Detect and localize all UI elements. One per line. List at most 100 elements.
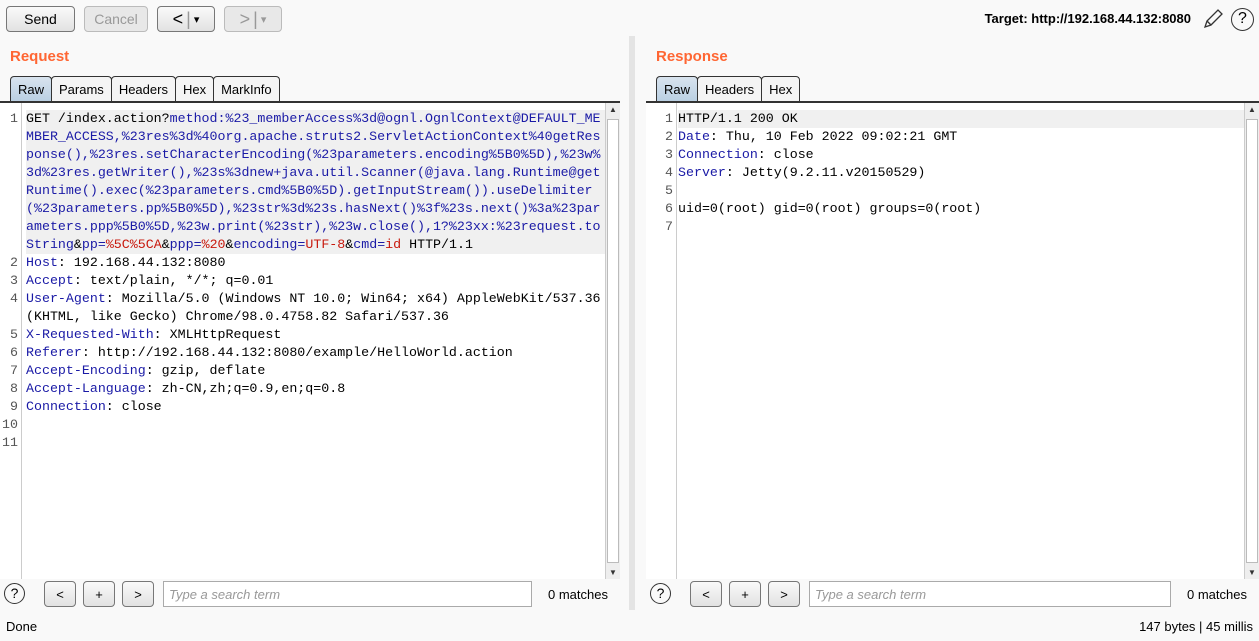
editor-line: 9 Connection: close: [0, 398, 605, 416]
search-add-button[interactable]: +: [729, 581, 761, 607]
vertical-scrollbar[interactable]: ▲ ▼: [1244, 103, 1259, 579]
pane-divider[interactable]: [629, 36, 635, 610]
response-editor[interactable]: 1 HTTP/1.1 200 OK 2 Date: Thu, 10 Feb 2022 …: [646, 101, 1259, 579]
chevron-down-icon: ▾: [193, 13, 200, 26]
line-number: 6: [665, 201, 673, 216]
field-name: User-Agent: [26, 291, 106, 306]
search-input[interactable]: Type a search term: [809, 581, 1171, 607]
editor-line: 5: [646, 182, 1244, 200]
text: : Mozilla/5.0 (Windows NT 10.0; Win64; x…: [26, 291, 601, 324]
text: : zh-CN,zh;q=0.9,en;q=0.8: [145, 381, 346, 396]
vertical-scrollbar[interactable]: ▲ ▼: [605, 103, 620, 579]
editor-line: 11: [0, 434, 605, 452]
request-tabs: Raw Params Headers Hex MarkInfo: [10, 76, 280, 102]
line-number: 9: [10, 399, 18, 414]
text: : gzip, deflate: [145, 363, 266, 378]
editor-line: 4 Server: Jetty(9.2.11.v20150529): [646, 164, 1244, 182]
help-icon[interactable]: ?: [650, 583, 671, 604]
cancel-button[interactable]: Cancel: [84, 6, 148, 32]
scroll-down-icon[interactable]: ▼: [1245, 568, 1259, 577]
line-number: 8: [10, 381, 18, 396]
help-icon[interactable]: ?: [1231, 8, 1254, 31]
tab-headers[interactable]: Headers: [110, 76, 176, 102]
scroll-up-icon[interactable]: ▲: [1245, 105, 1259, 114]
editor-line: 5 X-Requested-With: XMLHttpRequest: [0, 326, 605, 344]
status-text: Done: [6, 619, 38, 634]
editor-line: 8 Accept-Language: zh-CN,zh;q=0.9,en;q=0.…: [0, 380, 605, 398]
text: : text/plain, */*; q=0.01: [73, 273, 274, 288]
tab-params[interactable]: Params: [51, 76, 112, 102]
tab-raw[interactable]: Raw: [10, 76, 53, 102]
field-name: Connection: [26, 399, 106, 414]
editor-line: 7: [646, 218, 1244, 236]
line-number: 2: [665, 129, 673, 144]
text: &: [73, 237, 82, 252]
line-number: 3: [665, 147, 673, 162]
search-prev-button[interactable]: <: [44, 581, 76, 607]
search-placeholder: Type a search term: [815, 587, 927, 602]
request-title: Request: [10, 48, 70, 65]
line-number: 5: [665, 183, 673, 198]
tab-hex[interactable]: Hex: [174, 76, 215, 102]
line-number: 6: [10, 345, 18, 360]
line-number: 3: [10, 273, 18, 288]
line-number: 7: [665, 219, 673, 234]
editor-line: 2 Host: 192.168.44.132:8080: [0, 254, 605, 272]
editor-line: 2 Date: Thu, 10 Feb 2022 09:02:21 GMT: [646, 128, 1244, 146]
field-name: pp=: [81, 237, 106, 252]
search-prev-button[interactable]: <: [690, 581, 722, 607]
text: : 192.168.44.132:8080: [57, 255, 226, 270]
field-value: %20: [201, 237, 226, 252]
field-value: %5C%5CA: [105, 237, 162, 252]
tab-raw[interactable]: Raw: [656, 76, 699, 102]
field-name: Referer: [26, 345, 82, 360]
request-search-bar: ? < + > Type a search term 0 matches: [0, 581, 620, 609]
line-number: 11: [2, 435, 18, 450]
field-name: X-Requested-With: [26, 327, 154, 342]
line-number: 4: [10, 291, 18, 306]
text: : Thu, 10 Feb 2022 09:02:21 GMT: [709, 129, 958, 144]
field-name: Connection: [678, 147, 758, 162]
tab-headers[interactable]: Headers: [697, 76, 763, 102]
editor-line: 7 Accept-Encoding: gzip, deflate: [0, 362, 605, 380]
request-editor[interactable]: 1 GET /index.action?method:%23_memberAcce…: [0, 101, 620, 579]
pencil-icon[interactable]: [1202, 8, 1224, 30]
field-name: Accept-Encoding: [26, 363, 146, 378]
line-number: 2: [10, 255, 18, 270]
send-button[interactable]: Send: [6, 6, 75, 32]
search-next-button[interactable]: >: [122, 581, 154, 607]
field-value: id: [385, 237, 402, 252]
response-search-bar: ? < + > Type a search term 0 matches: [646, 581, 1259, 609]
field-name: Accept-Language: [26, 381, 146, 396]
field-name: ppp=: [169, 237, 202, 252]
search-add-button[interactable]: +: [83, 581, 115, 607]
line-number: 7: [10, 363, 18, 378]
scroll-down-icon[interactable]: ▼: [606, 568, 620, 577]
editor-line: 3 Accept: text/plain, */*; q=0.01: [0, 272, 605, 290]
scroll-thumb[interactable]: [607, 119, 619, 563]
search-input[interactable]: Type a search term: [163, 581, 532, 607]
scroll-thumb[interactable]: [1246, 119, 1258, 563]
search-placeholder: Type a search term: [169, 587, 281, 602]
text: uid=0(root) gid=0(root) groups=0(root): [678, 201, 982, 216]
forward-icon: >: [239, 8, 251, 29]
field-value: UTF-8: [305, 237, 346, 252]
line-number: 5: [10, 327, 18, 342]
response-title: Response: [656, 48, 728, 65]
line-number: 1: [10, 111, 18, 126]
forward-button[interactable]: > | ▾: [224, 6, 282, 32]
text: HTTP/1.1: [401, 237, 473, 252]
editor-line: 10: [0, 416, 605, 434]
scroll-up-icon[interactable]: ▲: [606, 105, 620, 114]
back-icon: <: [172, 8, 184, 29]
field-name: Accept: [26, 273, 74, 288]
back-button[interactable]: < | ▾: [157, 6, 215, 32]
target-label: Target: http://192.168.44.132:8080: [984, 11, 1191, 26]
tab-hex[interactable]: Hex: [761, 76, 801, 102]
text: &: [161, 237, 170, 252]
tab-markinfo[interactable]: MarkInfo: [213, 76, 280, 102]
line-number: 1: [665, 111, 673, 126]
search-next-button[interactable]: >: [768, 581, 800, 607]
response-stats: 147 bytes | 45 millis: [1139, 619, 1253, 634]
help-icon[interactable]: ?: [4, 583, 25, 604]
